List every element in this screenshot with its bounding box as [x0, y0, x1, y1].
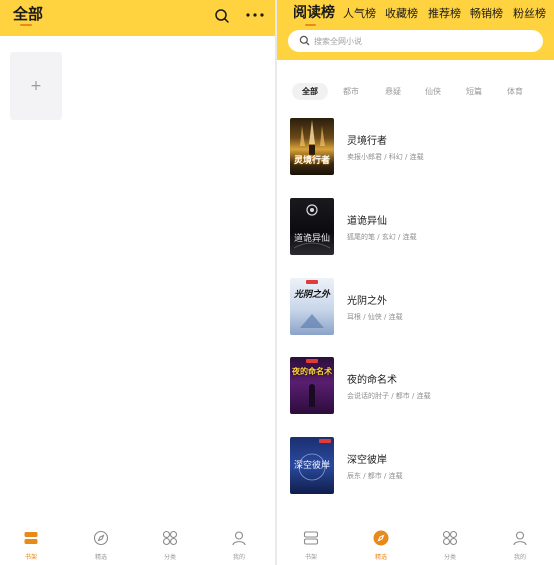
nav-label: 精选	[374, 554, 387, 561]
category-chip-all[interactable]: 全部	[292, 83, 328, 100]
category-chip-mystery[interactable]: 悬疑	[377, 83, 409, 100]
book-item[interactable]: 道诡异仙 道诡异仙 狐尾的笔 / 玄幻 / 连载	[277, 198, 554, 260]
nav-item-bookshelf[interactable]: 书架	[286, 521, 336, 565]
bookshelf-icon	[24, 532, 38, 544]
cover-title: 深空彼岸	[293, 461, 330, 471]
book-title: 道诡异仙	[347, 216, 387, 227]
category-chip-short[interactable]: 短篇	[458, 83, 490, 100]
plus-icon: +	[30, 78, 42, 94]
profile-icon	[232, 531, 246, 546]
category-grid-icon	[162, 530, 178, 546]
book-meta: 耳根 / 仙侠 / 连载	[347, 313, 403, 321]
search-bar[interactable]	[288, 30, 543, 52]
bookshelf-header: 全部	[0, 0, 275, 36]
book-cover: 光阴之外	[290, 278, 334, 335]
book-cover: 夜的命名术	[290, 357, 334, 414]
tab-collection-rank[interactable]: 收藏榜	[385, 5, 418, 21]
cover-art	[300, 120, 325, 155]
category-chip-urban[interactable]: 都市	[335, 83, 367, 100]
book-item[interactable]: 夜的命名术 夜的命名术 会说话的肘子 / 都市 / 连载	[277, 357, 554, 419]
search-icon	[299, 35, 310, 46]
search-icon[interactable]	[214, 8, 230, 24]
nav-label: 分类	[443, 554, 456, 561]
tab-popularity-rank[interactable]: 人气榜	[343, 5, 376, 21]
book-meta: 狐尾的笔 / 玄幻 / 连载	[347, 233, 417, 241]
nav-item-profile[interactable]: 我的	[495, 521, 545, 565]
book-cover: 灵境行者	[290, 118, 334, 175]
page-title[interactable]: 全部	[13, 3, 43, 24]
tab-recommend-rank[interactable]: 推荐榜	[428, 5, 461, 21]
book-title: 夜的命名术	[347, 375, 397, 386]
tab-reading-rank[interactable]: 阅读榜	[293, 2, 335, 22]
book-item[interactable]: 光阴之外 光阴之外 耳根 / 仙侠 / 连载	[277, 278, 554, 340]
book-title: 灵境行者	[347, 136, 387, 147]
book-title: 光阴之外	[347, 296, 387, 307]
cover-art	[293, 204, 331, 249]
book-cover: 道诡异仙	[290, 198, 334, 255]
nav-item-profile[interactable]: 我的	[214, 521, 264, 565]
ranking-screen: 阅读榜 人气榜 收藏榜 推荐榜 畅销榜 粉丝榜 全部 都市 悬疑 仙侠 短篇 体…	[277, 0, 554, 565]
category-chip-xianxia[interactable]: 仙侠	[417, 83, 449, 100]
compass-icon	[93, 530, 109, 546]
tab-bestseller-rank[interactable]: 畅销榜	[470, 5, 503, 21]
bottom-nav: 书架 精选 分类 我的	[0, 521, 275, 565]
nav-item-category[interactable]: 分类	[425, 521, 475, 565]
category-chip-sports[interactable]: 体育	[499, 83, 531, 100]
cover-title: 光阴之外	[293, 290, 330, 300]
cover-title: 灵境行者	[293, 156, 330, 166]
bookshelf-screen: 全部 + 书架 精选 分类 我的	[0, 0, 275, 565]
book-title: 深空彼岸	[347, 455, 387, 466]
search-input[interactable]	[314, 33, 534, 49]
cover-art	[306, 359, 318, 407]
nav-item-featured[interactable]: 精选	[76, 521, 126, 565]
book-meta: 辰东 / 都市 / 连载	[347, 472, 403, 480]
book-cover: 深空彼岸	[290, 437, 334, 494]
nav-label: 我的	[232, 554, 245, 561]
title-underline	[20, 24, 32, 26]
ranking-header: 阅读榜 人气榜 收藏榜 推荐榜 畅销榜 粉丝榜	[277, 0, 554, 60]
cover-title: 夜的命名术	[292, 367, 332, 376]
nav-label: 书架	[304, 554, 317, 561]
cover-art	[300, 280, 324, 328]
cover-title: 道诡异仙	[293, 234, 330, 244]
nav-item-featured[interactable]: 精选	[356, 521, 406, 565]
nav-label: 书架	[24, 554, 37, 561]
book-meta: 卖报小郎君 / 科幻 / 连载	[347, 153, 424, 161]
tab-fans-rank[interactable]: 粉丝榜	[513, 5, 546, 21]
nav-item-category[interactable]: 分类	[145, 521, 195, 565]
category-grid-icon	[442, 530, 458, 546]
tab-underline	[305, 24, 316, 26]
more-dots-icon[interactable]	[244, 7, 266, 23]
nav-label: 精选	[94, 554, 107, 561]
nav-label: 我的	[513, 554, 526, 561]
compass-icon	[373, 530, 389, 546]
nav-item-bookshelf[interactable]: 书架	[6, 521, 56, 565]
add-book-button[interactable]: +	[10, 52, 62, 120]
screenshot-pair: 全部 + 书架 精选 分类 我的 阅读榜 人气榜 收藏榜 推荐榜 畅销榜 粉丝榜…	[0, 0, 554, 565]
book-item[interactable]: 深空彼岸 深空彼岸 辰东 / 都市 / 连载	[277, 437, 554, 499]
bookshelf-icon	[303, 531, 319, 545]
bottom-nav: 书架 精选 分类 我的	[277, 521, 554, 565]
nav-label: 分类	[163, 554, 176, 561]
book-meta: 会说话的肘子 / 都市 / 连载	[347, 392, 431, 400]
book-item[interactable]: 灵境行者 灵境行者 卖报小郎君 / 科幻 / 连载	[277, 118, 554, 180]
profile-icon	[513, 531, 527, 546]
